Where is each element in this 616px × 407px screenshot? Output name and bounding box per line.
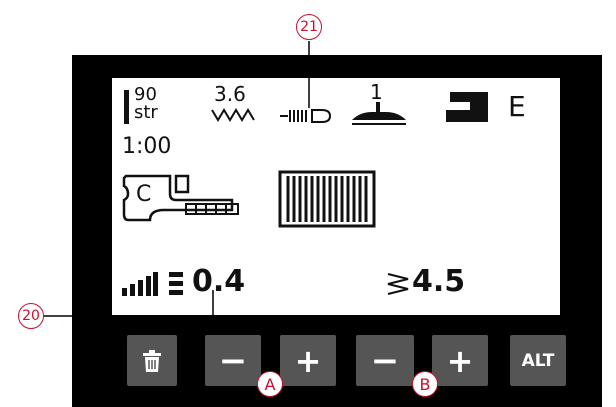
callout-20: 20 [18, 303, 44, 329]
callout-a: A [257, 371, 283, 397]
callout-lines [44, 41, 310, 317]
callout-b: B [412, 371, 438, 397]
callout-21: 21 [296, 14, 322, 40]
